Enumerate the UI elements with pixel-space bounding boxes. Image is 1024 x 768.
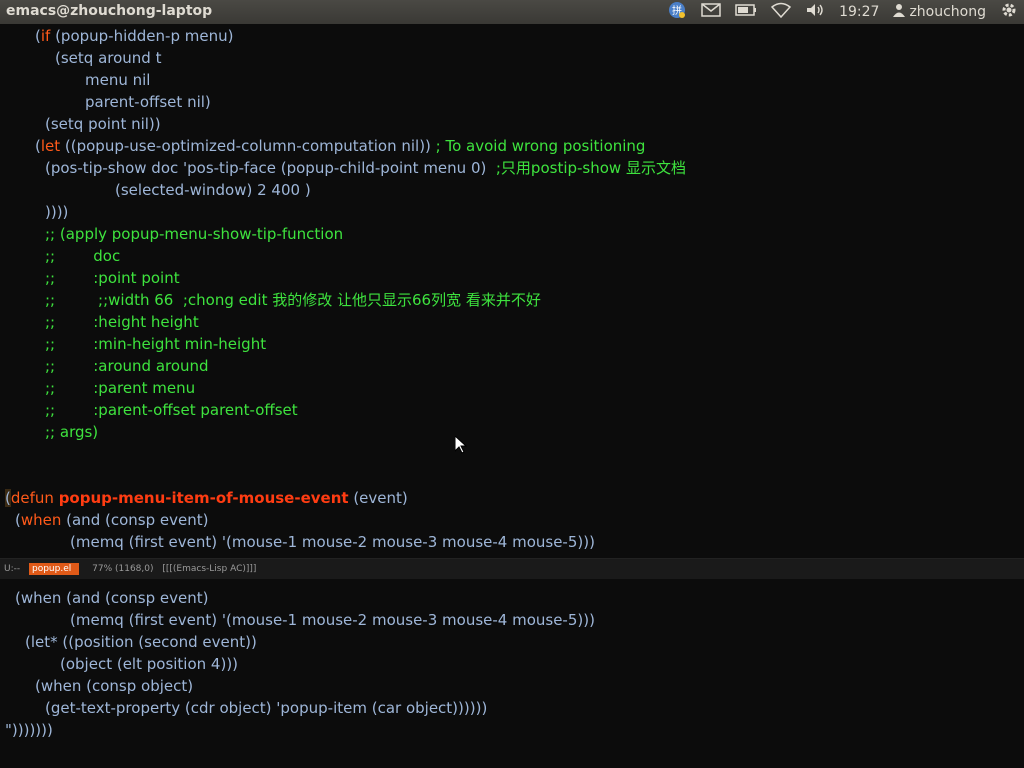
top-panel: emacs@zhouchong-laptop 拼 19:27 zhouchong [0,0,1024,24]
code-token: ;; :height height [45,313,199,331]
user-menu[interactable]: zhouchong [893,3,986,21]
code-line[interactable]: ;; :parent menu [45,377,195,399]
code-line[interactable]: (let* ((position (second event)) [25,631,257,653]
code-line[interactable]: (when (and (consp event) [15,509,208,531]
code-line[interactable]: (defun popup-menu-item-of-mouse-event (e… [5,487,408,509]
code-token: (memq (first event) '(mouse-1 mouse-2 mo… [70,611,595,629]
code-token: (setq point nil)) [45,115,161,133]
code-token: popup-menu-item-of-mouse-event [58,489,349,507]
code-token: (popup-hidden-p menu) [50,27,234,45]
code-line[interactable]: )))) [45,201,68,223]
user-icon [893,3,906,21]
code-line[interactable]: (object (elt position 4))) [60,653,238,675]
code-line[interactable]: ;; :around around [45,355,209,377]
emacs-frame[interactable]: (if (popup-hidden-p menu) (setq around t m… [0,24,1024,768]
keyboard-input-icon[interactable]: 拼 [667,0,687,24]
code-token: ;; args) [45,423,99,441]
code-line[interactable]: ;; :min-height min-height [45,333,266,355]
code-line[interactable]: ;; doc [45,245,120,267]
code-token: ;; ;;width 66 ;chong edit 我的修改 让他只显示66列宽… [45,291,541,309]
code-token: defun [10,489,54,507]
code-line[interactable]: (get-text-property (cdr object) 'popup-i… [45,697,487,719]
lower-window[interactable]: (when (and (consp event) (memq (first eve… [0,579,1024,768]
code-token: (event) [348,489,408,507]
code-token: when [20,511,62,529]
gear-icon[interactable] [1000,1,1018,23]
code-token: parent-offset nil) [85,93,211,111]
code-token: ;; :min-height min-height [45,335,267,353]
mail-icon[interactable] [701,3,721,21]
code-line[interactable]: (if (popup-hidden-p menu) [35,25,233,47]
code-line[interactable]: ;; :point point [45,267,180,289]
code-line[interactable]: (let ((popup-use-optimized-column-comput… [35,135,645,157]
code-token: ;; :point point [45,269,180,287]
code-token: menu nil [85,71,151,89]
code-line[interactable]: (memq (first event) '(mouse-1 mouse-2 mo… [70,609,595,631]
code-token: ;; doc [45,247,121,265]
code-line[interactable]: ;; (apply popup-menu-show-tip-function [45,223,343,245]
code-token: ;; :parent-offset parent-offset [45,401,298,419]
code-token: (object (elt position 4))) [60,655,239,673]
code-line[interactable]: (pos-tip-show doc 'pos-tip-face (popup-c… [45,157,686,179]
code-line[interactable]: (when (consp object) [35,675,193,697]
mode-line-state: U:-- [4,564,21,574]
code-token: ;; (apply popup-menu-show-tip-function [45,225,344,243]
code-token: (let* ((position (second event)) [25,633,257,651]
code-line[interactable]: "))))))) [5,719,53,741]
upper-window[interactable]: (if (popup-hidden-p menu) (setq around t m… [0,24,1024,558]
code-line[interactable]: ;; ;;width 66 ;chong edit 我的修改 让他只显示66列宽… [45,289,541,311]
window-title: emacs@zhouchong-laptop [6,3,213,19]
code-token: let [40,137,61,155]
code-token: ((popup-use-optimized-column-computation… [60,137,436,155]
code-token: (when (consp object) [35,677,194,695]
code-token: (when (and (consp event) [15,589,209,607]
user-name: zhouchong [909,4,986,20]
volume-icon[interactable] [805,2,825,22]
code-line[interactable]: menu nil [85,69,150,91]
wifi-icon[interactable] [770,2,792,22]
battery-icon[interactable] [735,4,757,20]
code-line[interactable]: (setq around t [55,47,161,69]
code-token: (memq (first event) '(mouse-1 mouse-2 mo… [70,533,595,551]
system-tray: 拼 19:27 zhouchong [667,0,1024,24]
mode-line[interactable]: U:-- popup.el 77% (1168,0) [[[(Emacs-Lis… [0,558,1024,579]
code-line[interactable]: (memq (first event) '(mouse-1 mouse-2 mo… [70,531,595,553]
code-token: ;; :around around [45,357,209,375]
code-token: (selected-window) 2 400 ) [115,181,311,199]
code-line[interactable]: ;; :height height [45,311,199,333]
code-token: ;; :parent menu [45,379,196,397]
buffer-position: 77% (1168,0) [92,564,154,574]
code-line[interactable]: (selected-window) 2 400 ) [115,179,311,201]
code-token: ; To avoid wrong positioning [435,137,646,155]
code-token: if [40,27,51,45]
clock[interactable]: 19:27 [839,4,879,20]
code-line[interactable]: (when (and (consp event) [15,587,208,609]
buffer-name[interactable]: popup.el [29,563,80,575]
code-token: ;只用postip-show 显示文档 [495,159,686,177]
code-token: (get-text-property (cdr object) 'popup-i… [45,699,488,717]
code-line[interactable]: parent-offset nil) [85,91,211,113]
code-token: (setq around t [55,49,162,67]
major-mode[interactable]: [[[(Emacs-Lisp AC)]]] [162,564,256,574]
code-token: "))))))) [5,721,53,739]
code-line[interactable]: ;; args) [45,421,98,443]
code-line[interactable]: (setq point nil)) [45,113,161,135]
code-token: (and (consp event) [61,511,209,529]
code-line[interactable]: ;; :parent-offset parent-offset [45,399,298,421]
code-token: (pos-tip-show doc 'pos-tip-face (popup-c… [45,159,496,177]
code-token: )))) [45,203,69,221]
